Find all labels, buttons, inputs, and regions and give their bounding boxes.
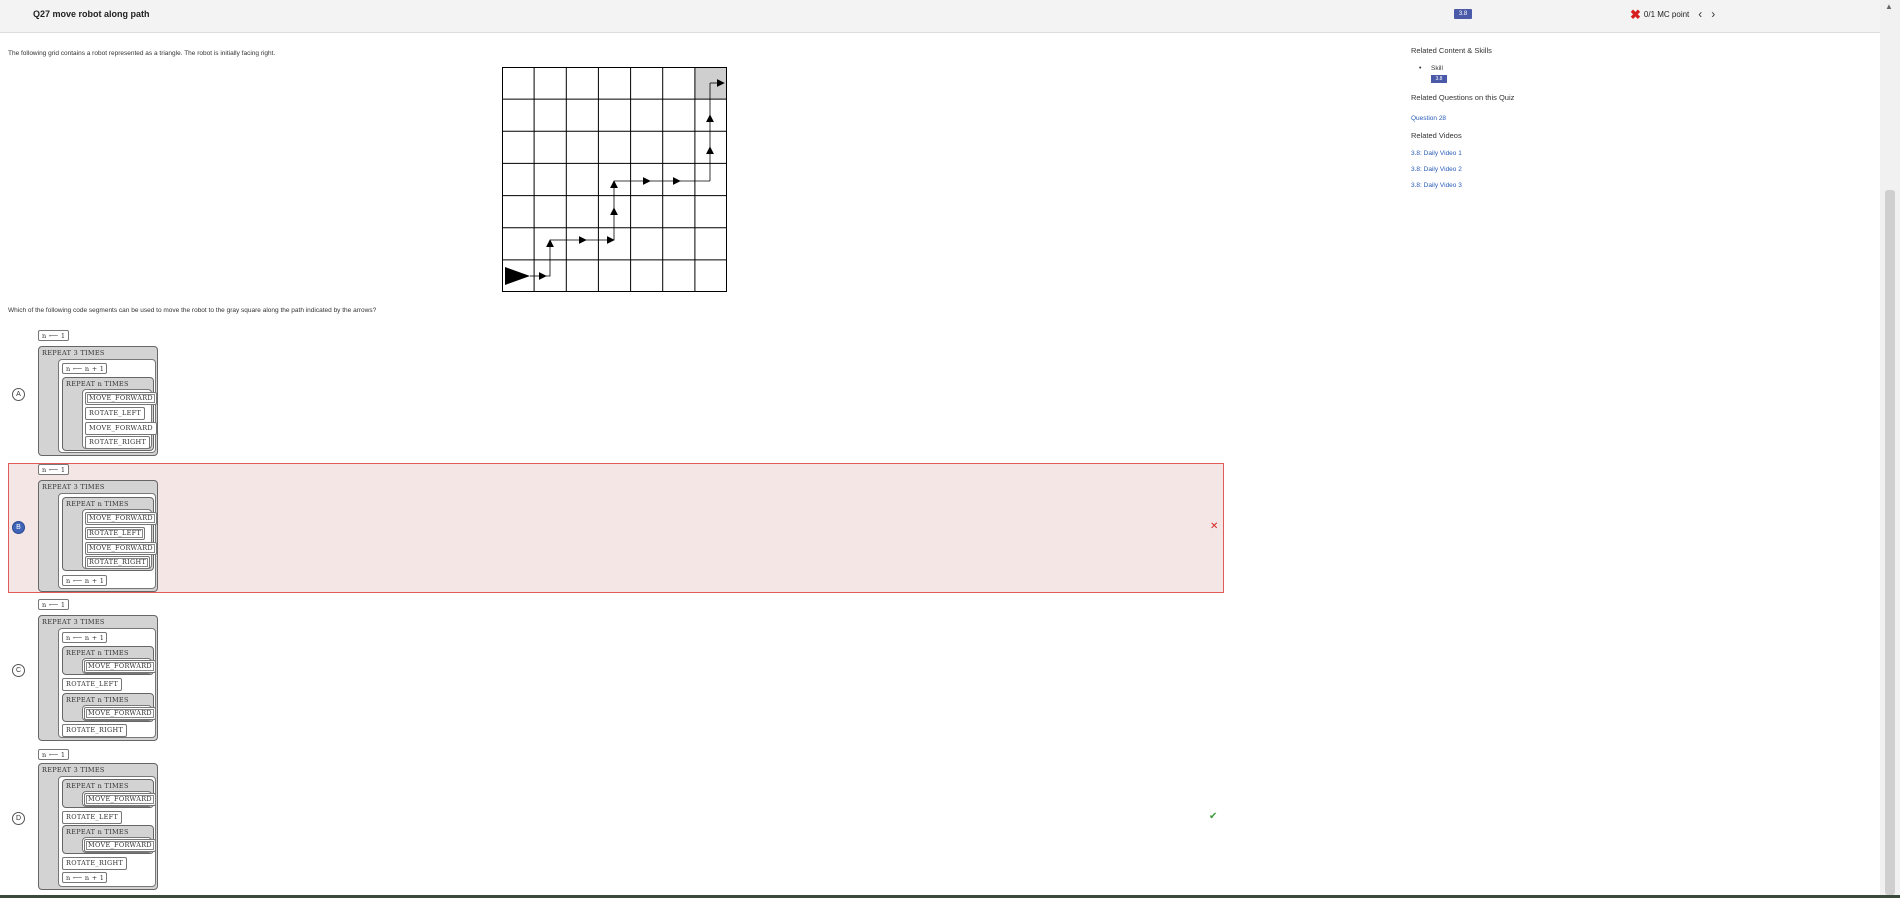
rotate-right-cmd: ROTATE_RIGHT <box>62 857 128 870</box>
bullet-icon: • <box>1419 65 1422 72</box>
related-content-heading: Related Content & Skills <box>1411 46 1492 55</box>
question-prompt: The following grid contains a robot repr… <box>8 50 276 57</box>
repeat-3-block: REPEAT 3 TIMES REPEAT n TIMES MOVE_FORWA… <box>38 763 158 890</box>
rotate-left-cmd: ROTATE_LEFT <box>62 811 123 824</box>
robot-grid <box>502 67 727 292</box>
related-videos-heading: Related Videos <box>1411 131 1462 140</box>
assign-n-init: n ⟵ 1 <box>38 599 69 610</box>
repeat-3-block: REPEAT 3 TIMES n ⟵ n + 1 REPEAT n TIMES … <box>38 615 158 741</box>
scrollbar-thumb[interactable] <box>1885 190 1895 895</box>
incorrect-mark-icon: ✕ <box>1210 521 1219 532</box>
repeat-n-label: REPEAT n TIMES <box>66 380 129 388</box>
correct-mark-icon: ✔ <box>1209 811 1218 822</box>
move-forward-cmd: MOVE_FORWARD <box>84 793 156 806</box>
rotate-left-cmd: ROTATE_LEFT <box>85 527 146 540</box>
incorrect-icon: ✖ <box>1630 6 1641 22</box>
video-link-3[interactable]: 3.8: Daily Video 3 <box>1411 182 1462 189</box>
assign-n-init: n ⟵ 1 <box>38 330 69 341</box>
repeat-3-label: REPEAT 3 TIMES <box>42 766 105 774</box>
option-d-radio[interactable]: D <box>12 812 25 825</box>
repeat-n-label: REPEAT n TIMES <box>66 828 129 836</box>
increment-n: n ⟵ n + 1 <box>62 872 107 883</box>
rotate-left-cmd: ROTATE_LEFT <box>62 678 123 691</box>
move-forward-cmd: MOVE_FORWARD <box>84 707 156 720</box>
repeat-n-label: REPEAT n TIMES <box>66 782 129 790</box>
increment-n: n ⟵ n + 1 <box>62 575 107 586</box>
related-questions-heading: Related Questions on this Quiz <box>1411 93 1515 102</box>
repeat-n-label: REPEAT n TIMES <box>66 649 129 657</box>
repeat-3-label: REPEAT 3 TIMES <box>42 483 105 491</box>
repeat-3-block: REPEAT 3 TIMES REPEAT n TIMES MOVE_FORWA… <box>38 480 158 592</box>
repeat-3-label: REPEAT 3 TIMES <box>42 349 105 357</box>
video-link-1[interactable]: 3.8: Daily Video 1 <box>1411 150 1462 157</box>
score-text: 0/1 MC point <box>1643 9 1690 19</box>
option-b-radio[interactable]: B <box>12 521 25 534</box>
question-header: Q27 move robot along path 3.8 ✖ 0/1 MC p… <box>0 0 1880 33</box>
rotate-left-cmd: ROTATE_LEFT <box>85 407 146 420</box>
move-forward-cmd: MOVE_FORWARD <box>84 660 156 673</box>
skill-label: Skill <box>1431 65 1443 72</box>
move-forward-cmd: MOVE_FORWARD <box>85 422 157 435</box>
assign-n-init: n ⟵ 1 <box>38 749 69 760</box>
repeat-3-block: REPEAT 3 TIMES n ⟵ n + 1 REPEAT n TIMES … <box>38 346 158 456</box>
assign-n-init: n ⟵ 1 <box>38 464 69 475</box>
move-forward-cmd: MOVE_FORWARD <box>85 512 157 525</box>
repeat-n-label: REPEAT n TIMES <box>66 500 129 508</box>
option-a-radio[interactable]: A <box>12 388 25 401</box>
repeat-n-block: REPEAT n TIMES MOVE_FORWARD <box>62 825 156 854</box>
repeat-n-block: REPEAT n TIMES MOVE_FORWARD <box>62 693 156 722</box>
page-scrollbar[interactable]: ▲ <box>1880 0 1900 898</box>
option-c-radio[interactable]: C <box>12 664 25 677</box>
increment-n: n ⟵ n + 1 <box>62 363 107 374</box>
scroll-up-icon[interactable]: ▲ <box>1885 2 1893 11</box>
question-title: Q27 move robot along path <box>33 9 150 19</box>
robot-triangle-icon <box>505 267 530 285</box>
repeat-n-block: REPEAT n TIMES MOVE_FORWARD ROTATE_LEFT … <box>62 497 157 571</box>
increment-n: n ⟵ n + 1 <box>62 632 107 643</box>
rotate-right-cmd: ROTATE_RIGHT <box>85 436 151 449</box>
video-link-2[interactable]: 3.8: Daily Video 2 <box>1411 166 1462 173</box>
repeat-3-label: REPEAT 3 TIMES <box>42 618 105 626</box>
selected-wrong-answer-highlight <box>8 463 1224 593</box>
repeat-n-block: REPEAT n TIMES MOVE_FORWARD <box>62 779 156 808</box>
question-text: Which of the following code segments can… <box>8 307 377 314</box>
move-forward-cmd: MOVE_FORWARD <box>85 392 157 405</box>
repeat-n-block: REPEAT n TIMES MOVE_FORWARD <box>62 646 156 675</box>
repeat-n-block: REPEAT n TIMES MOVE_FORWARD ROTATE_LEFT … <box>62 377 157 451</box>
repeat-n-label: REPEAT n TIMES <box>66 696 129 704</box>
rotate-right-cmd: ROTATE_RIGHT <box>62 724 128 737</box>
score-status: ✖ 0/1 MC point ‹ › <box>1630 7 1715 21</box>
previous-question-button[interactable]: ‹ <box>1698 7 1702 21</box>
question-28-link[interactable]: Question 28 <box>1411 115 1446 122</box>
move-forward-cmd: MOVE_FORWARD <box>85 542 157 555</box>
skill-badge[interactable]: 3.8 <box>1431 75 1447 83</box>
move-forward-cmd: MOVE_FORWARD <box>84 839 156 852</box>
rotate-right-cmd: ROTATE_RIGHT <box>85 556 151 569</box>
next-question-button[interactable]: › <box>1711 7 1715 21</box>
topic-badge[interactable]: 3.8 <box>1454 9 1472 19</box>
